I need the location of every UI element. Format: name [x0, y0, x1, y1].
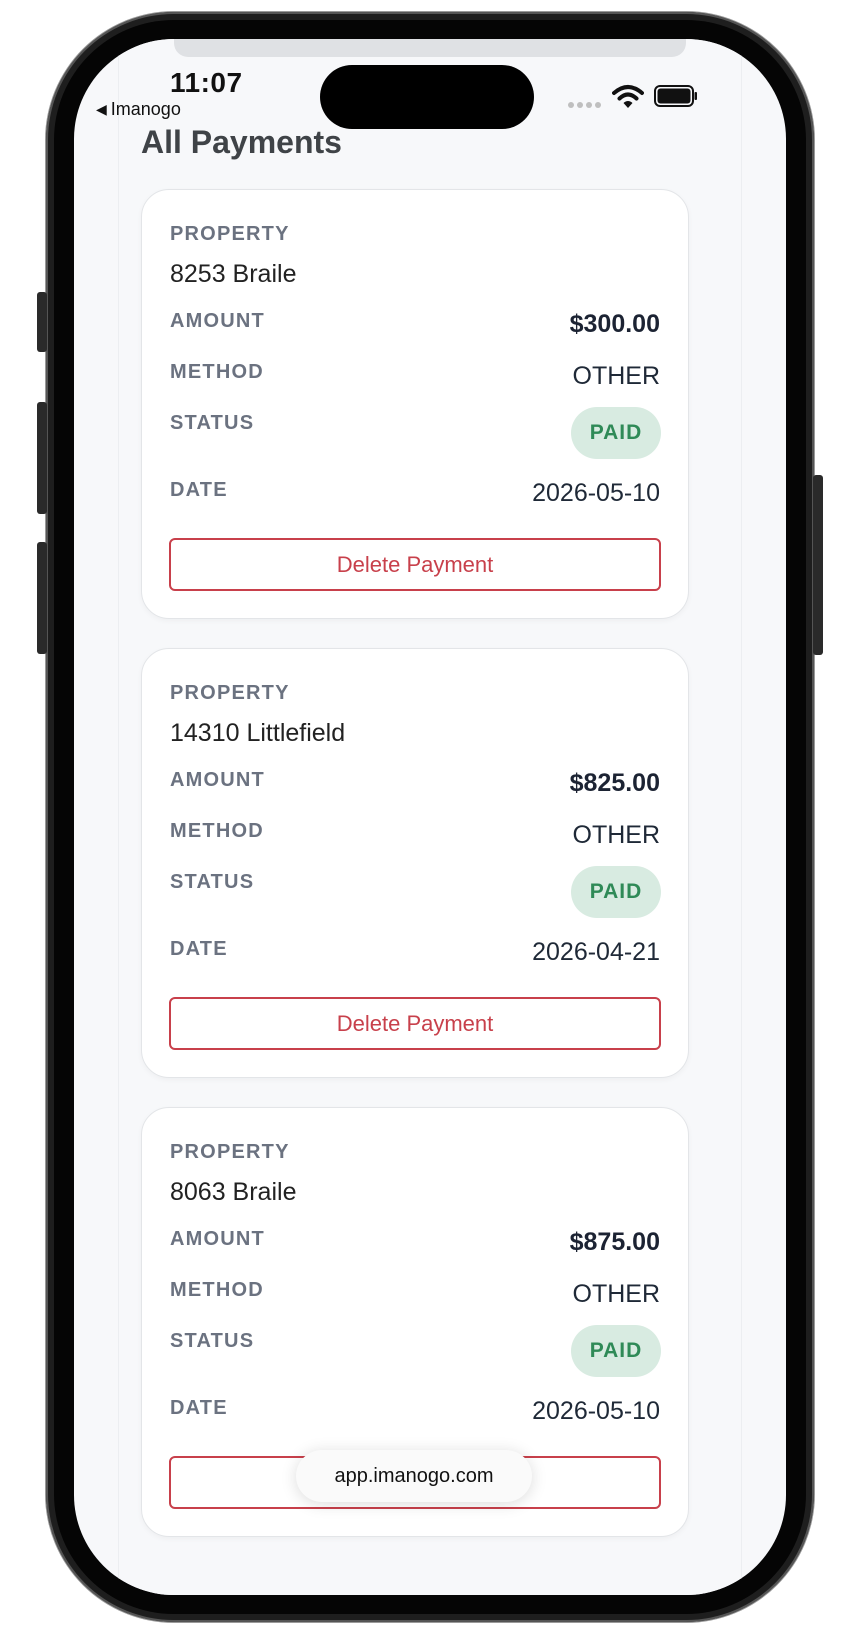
- power-button: [813, 475, 823, 655]
- delete-payment-button[interactable]: Delete Payment: [169, 538, 661, 591]
- property-address: 8253 Braile: [170, 260, 297, 288]
- amount-label: AMOUNT: [170, 769, 265, 791]
- amount-label: AMOUNT: [170, 310, 265, 332]
- page-title: All Payments: [141, 124, 342, 160]
- property-label: PROPERTY: [170, 223, 290, 245]
- method-value: OTHER: [572, 1280, 661, 1308]
- volume-down-button: [37, 542, 47, 654]
- sheet-top-edge: [174, 39, 686, 57]
- date-label: DATE: [170, 938, 228, 960]
- payment-card: PROPERTY 14310 Littlefield AMOUNT $825.0…: [141, 648, 689, 1078]
- volume-up-button: [37, 402, 47, 514]
- method-value: OTHER: [572, 362, 661, 390]
- date-value: 2026-05-10: [532, 1397, 660, 1425]
- amount-value: $300.00: [569, 310, 660, 338]
- date-value: 2026-05-10: [532, 479, 660, 507]
- method-label: METHOD: [170, 820, 264, 842]
- method-label: METHOD: [170, 361, 264, 383]
- property-label: PROPERTY: [170, 1141, 290, 1163]
- delete-payment-button[interactable]: Delete Payment: [169, 997, 661, 1050]
- property-address: 14310 Littlefield: [170, 719, 346, 747]
- dynamic-island: [320, 65, 534, 129]
- date-label: DATE: [170, 1397, 228, 1419]
- property-label: PROPERTY: [170, 682, 290, 704]
- back-caret-icon: ◀: [96, 101, 107, 117]
- cellular-signal-icon: [568, 102, 601, 108]
- status-badge: PAID: [571, 407, 661, 459]
- amount-value: $875.00: [569, 1228, 660, 1256]
- property-address: 8063 Braile: [170, 1178, 297, 1206]
- status-label: STATUS: [170, 412, 255, 434]
- url-bar[interactable]: app.imanogo.com: [296, 1450, 532, 1502]
- date-label: DATE: [170, 479, 228, 501]
- wifi-icon: [612, 85, 644, 108]
- status-time: 11:07: [170, 67, 243, 98]
- battery-icon: [654, 85, 697, 107]
- amount-label: AMOUNT: [170, 1228, 265, 1250]
- action-button: [37, 292, 47, 352]
- back-to-app-link[interactable]: ◀ Imanogo: [96, 99, 181, 120]
- payment-card: PROPERTY 8253 Braile AMOUNT $300.00 METH…: [141, 189, 689, 619]
- status-badge: PAID: [571, 1325, 661, 1377]
- date-value: 2026-04-21: [532, 938, 660, 966]
- method-label: METHOD: [170, 1279, 264, 1301]
- back-app-label: Imanogo: [110, 99, 181, 119]
- amount-value: $825.00: [569, 769, 660, 797]
- status-label: STATUS: [170, 1330, 255, 1352]
- status-label: STATUS: [170, 871, 255, 893]
- status-badge: PAID: [571, 866, 661, 918]
- method-value: OTHER: [572, 821, 661, 849]
